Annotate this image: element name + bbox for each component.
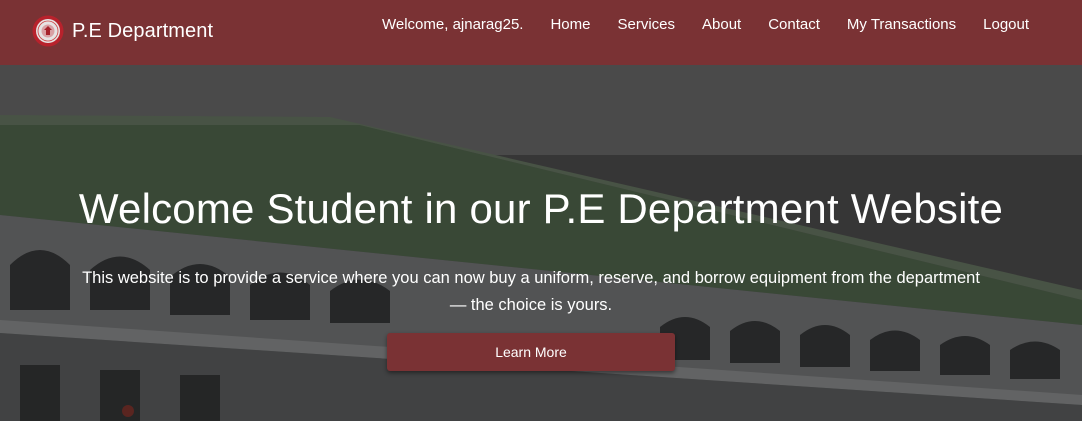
nav-services[interactable]: Services (617, 16, 675, 33)
nav-contact[interactable]: Contact (768, 16, 820, 33)
department-logo-icon (32, 15, 64, 47)
nav-menu: Welcome, ajnarag25. Home Services About … (382, 0, 1029, 48)
nav-home[interactable]: Home (550, 16, 590, 33)
hero-subtitle-line-1: This website is to provide a service whe… (82, 269, 980, 287)
brand-name: P.E Department (72, 19, 214, 42)
hero-subtitle: This website is to provide a service whe… (60, 265, 1002, 319)
hero-title: Welcome Student in our P.E Department We… (78, 185, 1004, 232)
hero-section: Welcome Student in our P.E Department We… (0, 65, 1082, 421)
nav-about[interactable]: About (702, 16, 741, 33)
navbar: P.E Department Welcome, ajnarag25. Home … (0, 0, 1082, 65)
nav-logout[interactable]: Logout (983, 16, 1029, 33)
learn-more-button[interactable]: Learn More (387, 333, 675, 371)
welcome-user-link[interactable]: Welcome, ajnarag25. (382, 16, 523, 33)
brand-link[interactable]: P.E Department (32, 14, 213, 48)
hero-subtitle-line-2: — the choice is yours. (449, 296, 613, 314)
nav-my-transactions[interactable]: My Transactions (847, 16, 956, 33)
